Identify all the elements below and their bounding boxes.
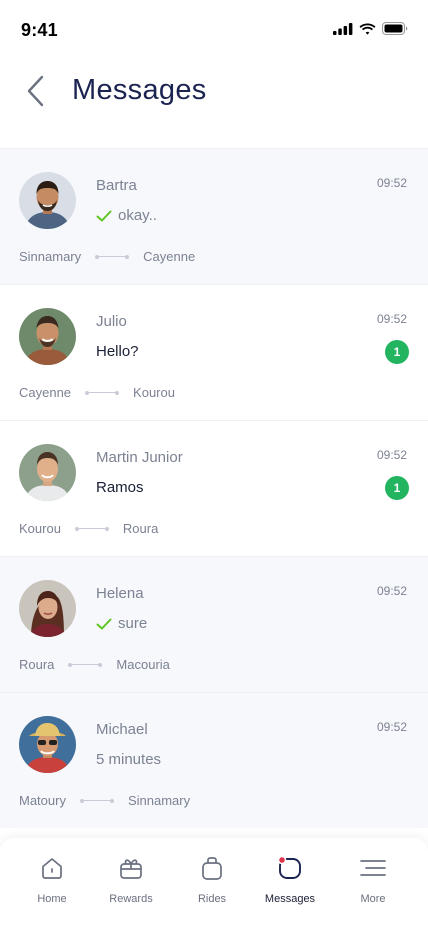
- back-button[interactable]: [20, 74, 54, 108]
- gift-icon: [120, 859, 142, 879]
- route-connector-icon: [85, 389, 120, 397]
- message-time: 09:52: [376, 720, 407, 734]
- message-list: Bartra 09:52 okay.. Sinnamary Cayenne Ju…: [0, 148, 428, 828]
- route: Kourou Roura: [19, 521, 158, 536]
- route-connector-icon: [74, 525, 109, 533]
- tab-bar: Home Rewards Rides Messages More: [0, 838, 428, 926]
- bag-icon: [202, 857, 222, 880]
- avatar: [19, 716, 76, 773]
- message-preview-text: Hello?: [96, 343, 139, 360]
- message-preview: Ramos: [96, 479, 144, 496]
- tab-label: Home: [37, 893, 67, 905]
- page-title: Messages: [72, 74, 207, 106]
- message-item[interactable]: Bartra 09:52 okay.. Sinnamary Cayenne: [0, 148, 428, 284]
- message-preview-text: sure: [118, 615, 148, 632]
- unread-badge: 1: [385, 476, 409, 500]
- message-preview-text: 5 minutes: [96, 751, 162, 768]
- route-connector-icon: [95, 253, 130, 261]
- route: Cayenne Kourou: [19, 385, 175, 400]
- message-preview-text: Ramos: [96, 479, 144, 496]
- message-item[interactable]: Martin Junior 09:52 Ramos 1 Kourou Roura: [0, 420, 428, 556]
- home-icon: [42, 858, 62, 879]
- wifi-icon: [359, 23, 376, 35]
- contact-name: Julio: [96, 313, 127, 330]
- message-item[interactable]: Michael 09:52 5 minutes Matoury Sinnamar…: [0, 692, 428, 828]
- chat-icon: [277, 855, 301, 879]
- message-time: 09:52: [376, 448, 407, 462]
- status-bar: 9:41: [0, 0, 428, 60]
- message-time: 09:52: [376, 584, 407, 598]
- route-to: Roura: [122, 521, 159, 536]
- route-from: Roura: [19, 657, 55, 672]
- route: Sinnamary Cayenne: [19, 249, 195, 264]
- tab-label: Messages: [264, 893, 316, 905]
- read-check-icon: [96, 210, 112, 221]
- tab-home[interactable]: Home: [12, 838, 92, 926]
- route: Matoury Sinnamary: [19, 793, 190, 808]
- route-from: Kourou: [19, 521, 61, 536]
- route-from: Sinnamary: [19, 249, 82, 264]
- contact-name: Bartra: [96, 177, 137, 194]
- route-to: Kourou: [133, 385, 175, 400]
- header: Messages: [0, 60, 428, 148]
- message-time: 09:52: [376, 176, 407, 190]
- avatar: [19, 308, 76, 365]
- contact-name: Martin Junior: [96, 449, 183, 466]
- tab-messages[interactable]: Messages: [250, 838, 330, 926]
- message-item[interactable]: Julio 09:52 Hello? 1 Cayenne Kourou: [0, 284, 428, 420]
- chevron-left-icon: [27, 75, 44, 107]
- route-to: Sinnamary: [127, 793, 191, 808]
- message-preview: 5 minutes: [96, 751, 161, 768]
- contact-name: Michael: [96, 721, 148, 738]
- avatar: [19, 172, 76, 229]
- route-connector-icon: [79, 797, 114, 805]
- message-time: 09:52: [376, 312, 407, 326]
- menu-icon: [360, 860, 386, 876]
- message-item[interactable]: Helena 09:52 sure Roura Macouria: [0, 556, 428, 692]
- tab-rides[interactable]: Rides: [172, 838, 252, 926]
- tab-label: Rewards: [109, 893, 153, 905]
- read-check-icon: [96, 618, 112, 629]
- status-time: 9:41: [21, 20, 58, 40]
- avatar: [19, 580, 76, 637]
- tab-label: Rides: [197, 893, 227, 905]
- message-preview: sure: [96, 615, 147, 632]
- route-from: Cayenne: [19, 385, 72, 400]
- unread-badge: 1: [385, 340, 409, 364]
- route-from: Matoury: [19, 793, 66, 808]
- route: Roura Macouria: [19, 657, 170, 672]
- route-connector-icon: [68, 661, 103, 669]
- route-to: Macouria: [116, 657, 170, 672]
- message-preview: Hello?: [96, 343, 139, 360]
- tab-label: More: [360, 893, 386, 905]
- avatar: [19, 444, 76, 501]
- message-preview: okay..: [96, 207, 157, 224]
- contact-name: Helena: [96, 585, 144, 602]
- tab-more[interactable]: More: [333, 838, 413, 926]
- message-preview-text: okay..: [118, 207, 157, 224]
- route-to: Cayenne: [143, 249, 196, 264]
- status-icons: [333, 22, 408, 35]
- battery-icon: [382, 22, 408, 35]
- signal-icon: [333, 22, 353, 35]
- tab-rewards[interactable]: Rewards: [91, 838, 171, 926]
